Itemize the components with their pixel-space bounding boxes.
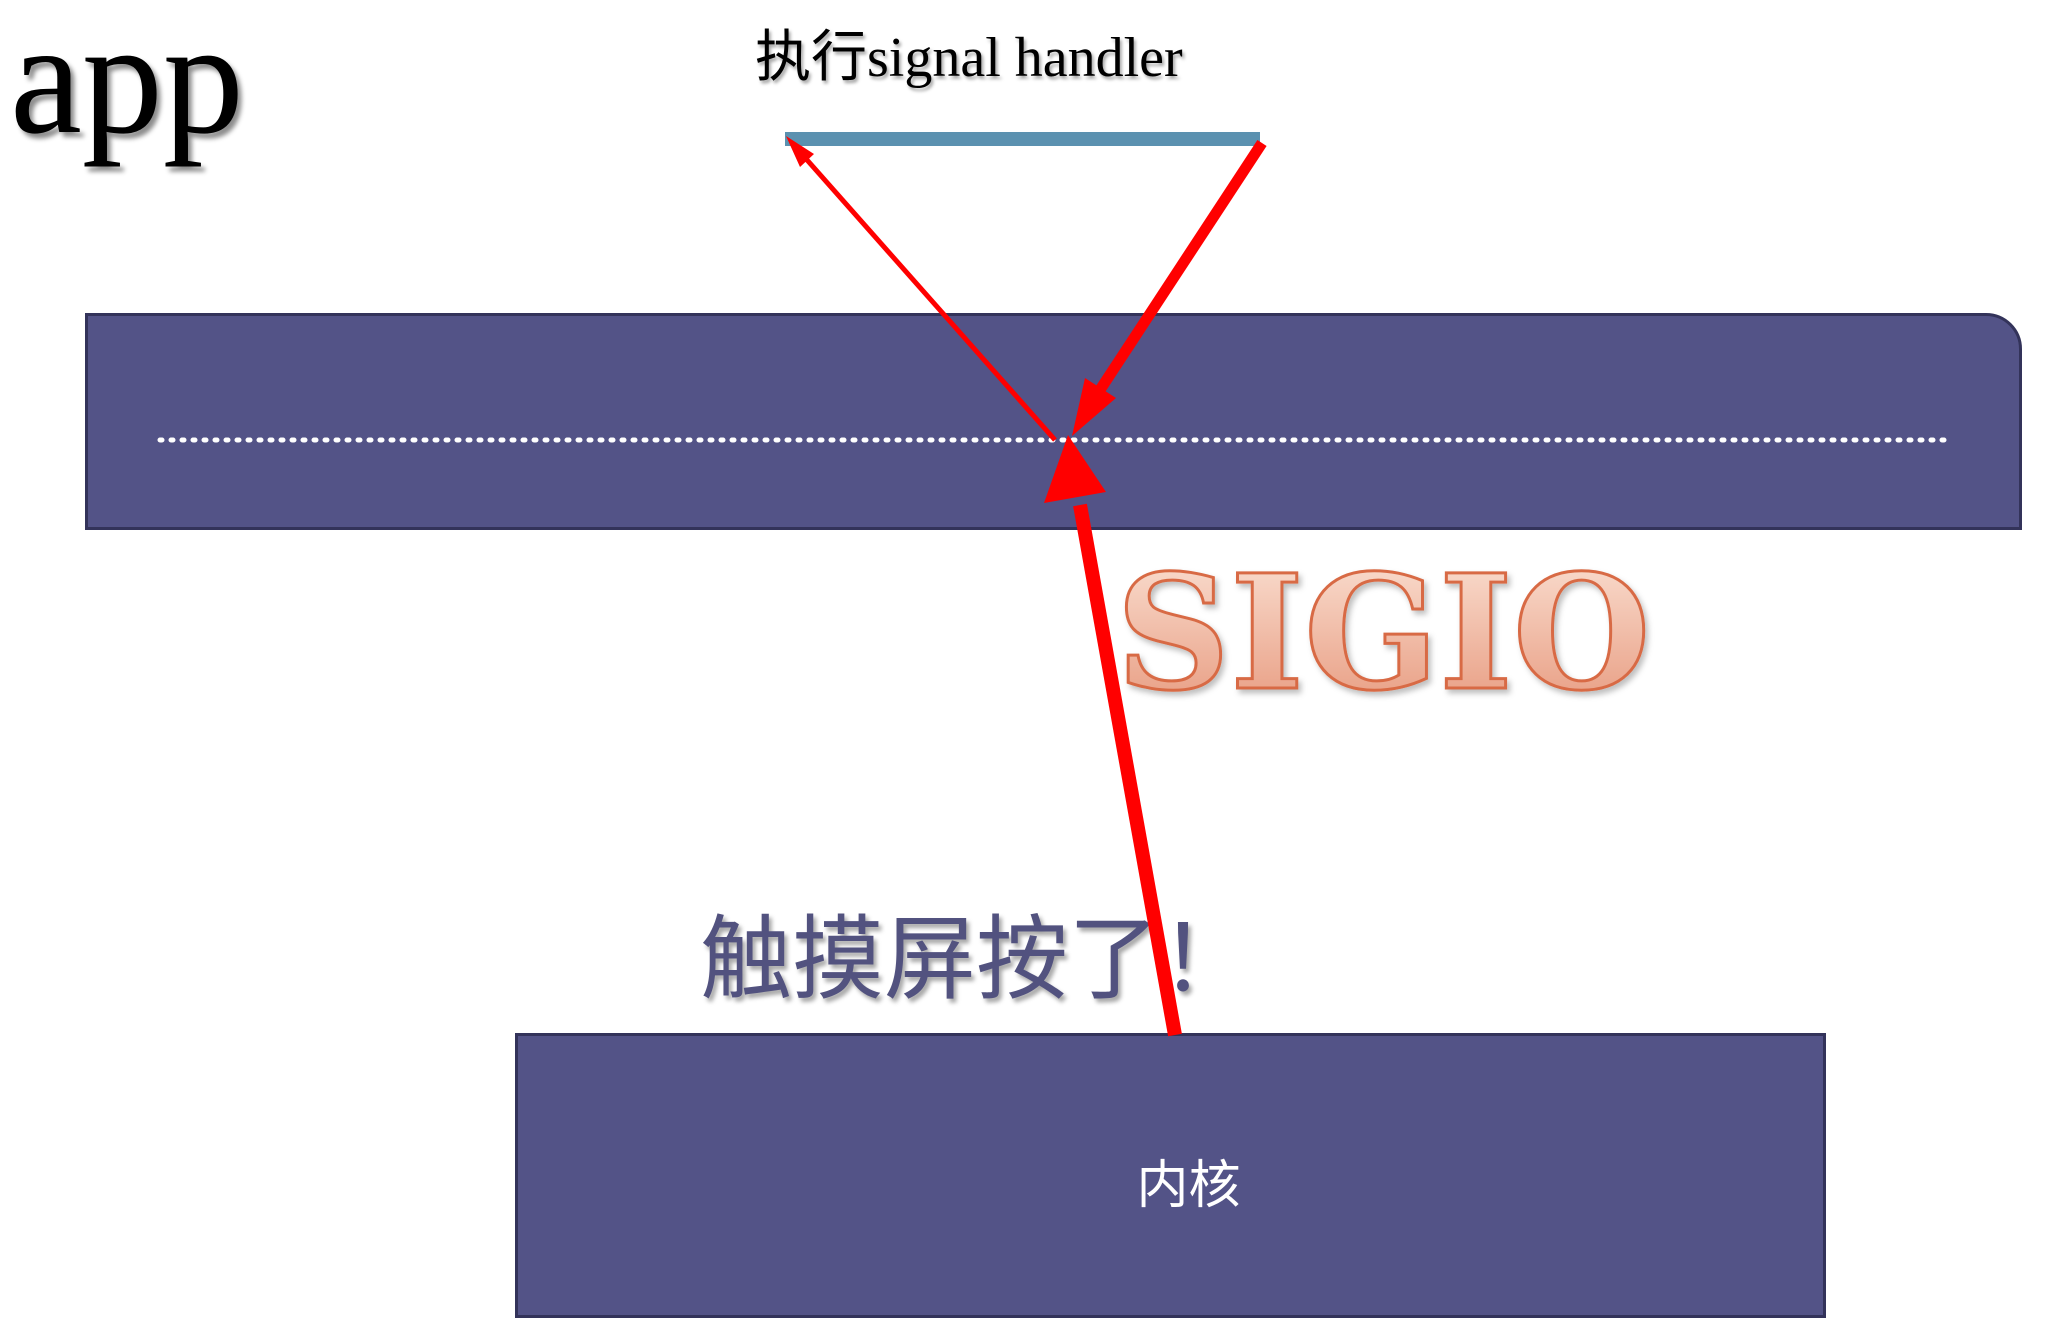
sigio-delivery-arrow: [1044, 435, 1182, 1037]
handler-return-arrow: [1072, 139, 1267, 436]
return-to-handler-arrow: [786, 136, 1057, 442]
diagram-overlay: SIGIO: [157, 132, 1948, 1037]
sigio-signal-label: SIGIO: [1116, 541, 1650, 726]
